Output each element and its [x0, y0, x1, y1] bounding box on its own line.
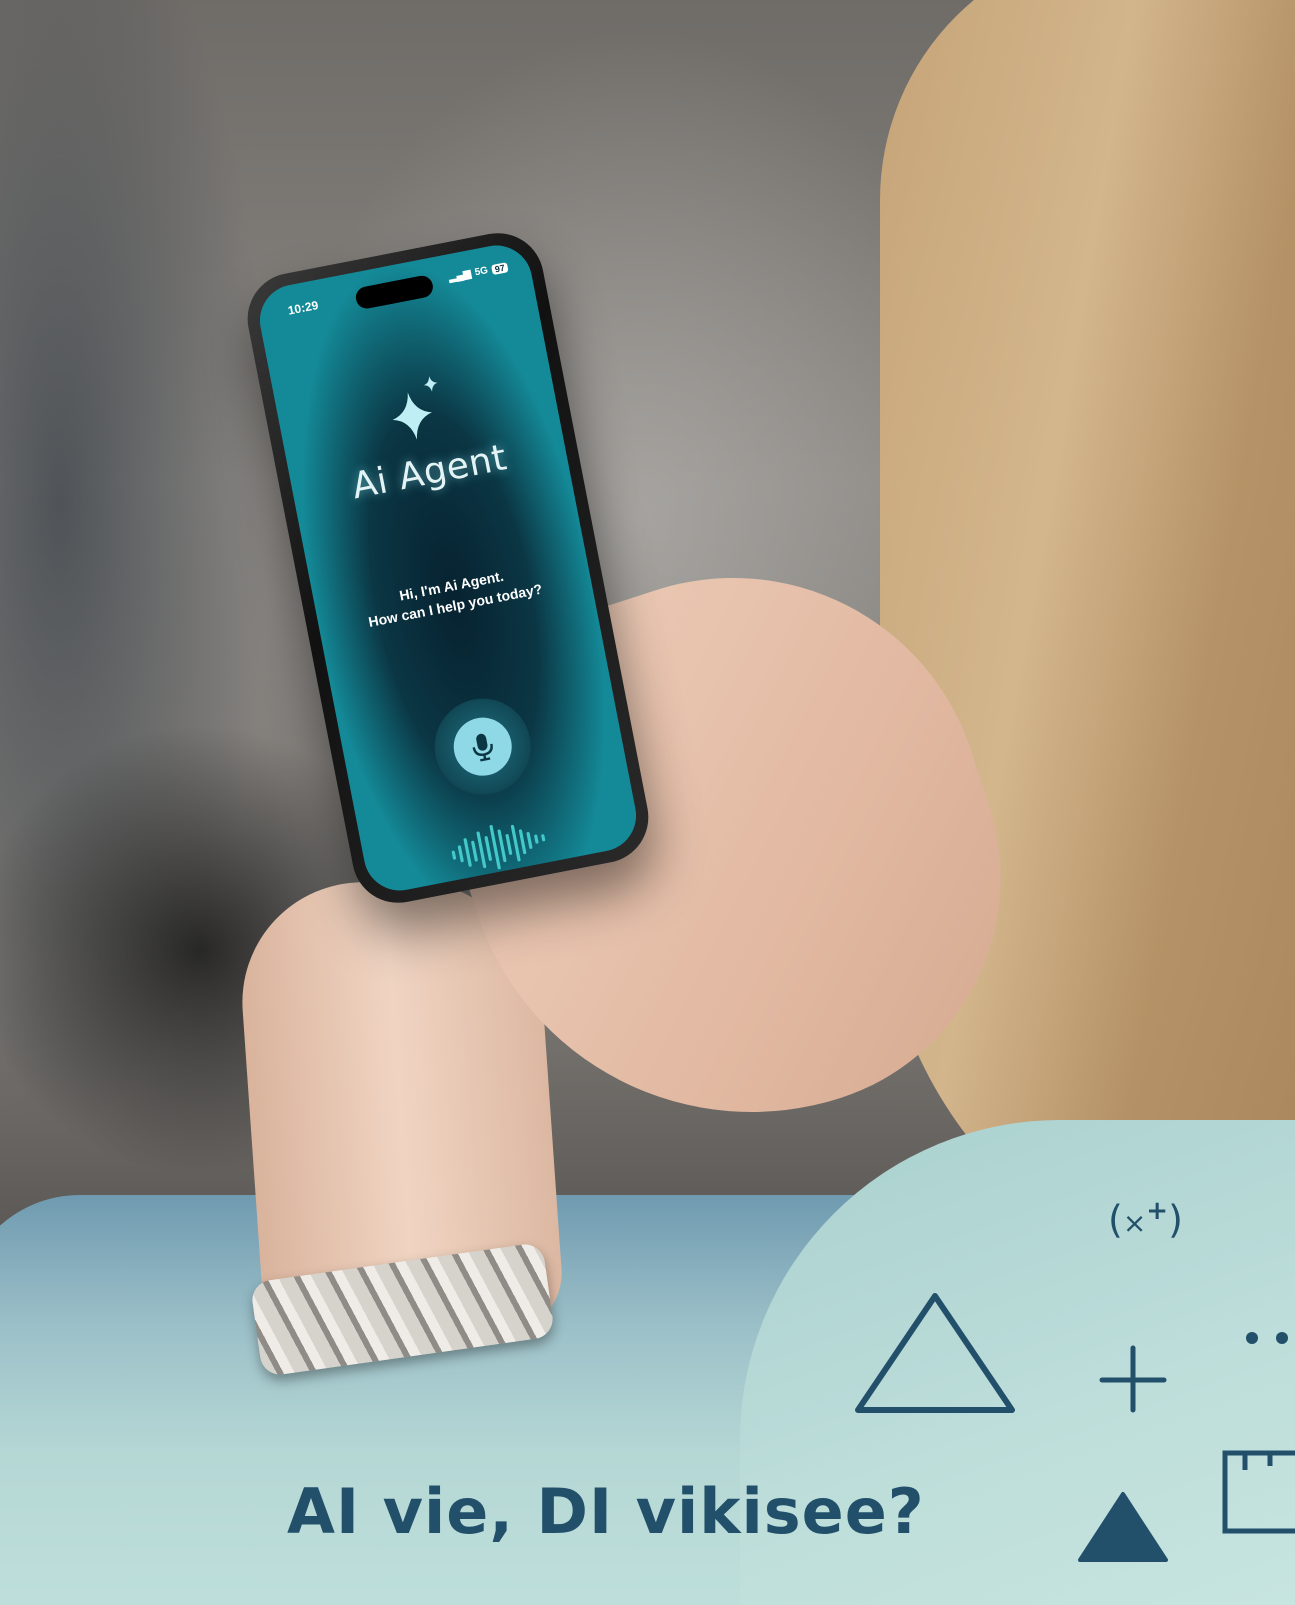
battery-icon: 97: [490, 261, 509, 275]
dynamic-island: [354, 273, 435, 311]
status-time: 10:29: [286, 298, 320, 318]
sound-wave-icon: [451, 824, 546, 870]
microphone-button-ring[interactable]: [426, 690, 540, 803]
network-label: 5G: [473, 265, 489, 279]
photo-scene: 10:29 ▂▄▆ 5G 97 Ai Agent Hi, I'm Ai Agen…: [0, 0, 1295, 1605]
formula-open: (: [1108, 1197, 1123, 1242]
status-indicators: ▂▄▆ 5G 97: [448, 261, 509, 283]
formula-symbol: (×+): [1108, 1196, 1183, 1242]
sparkle-icon: [392, 376, 438, 440]
microphone-button[interactable]: [448, 712, 517, 781]
formula-sup: +: [1146, 1196, 1169, 1226]
headline: AI vie, DI vikisee?: [287, 1475, 925, 1548]
formula-close: ): [1168, 1197, 1183, 1242]
formula-x: ×: [1122, 1206, 1147, 1240]
greeting-text: Hi, I'm Ai Agent. How can I help you tod…: [314, 550, 593, 642]
signal-icon: ▂▄▆: [447, 268, 472, 284]
microphone-icon: [472, 733, 493, 762]
